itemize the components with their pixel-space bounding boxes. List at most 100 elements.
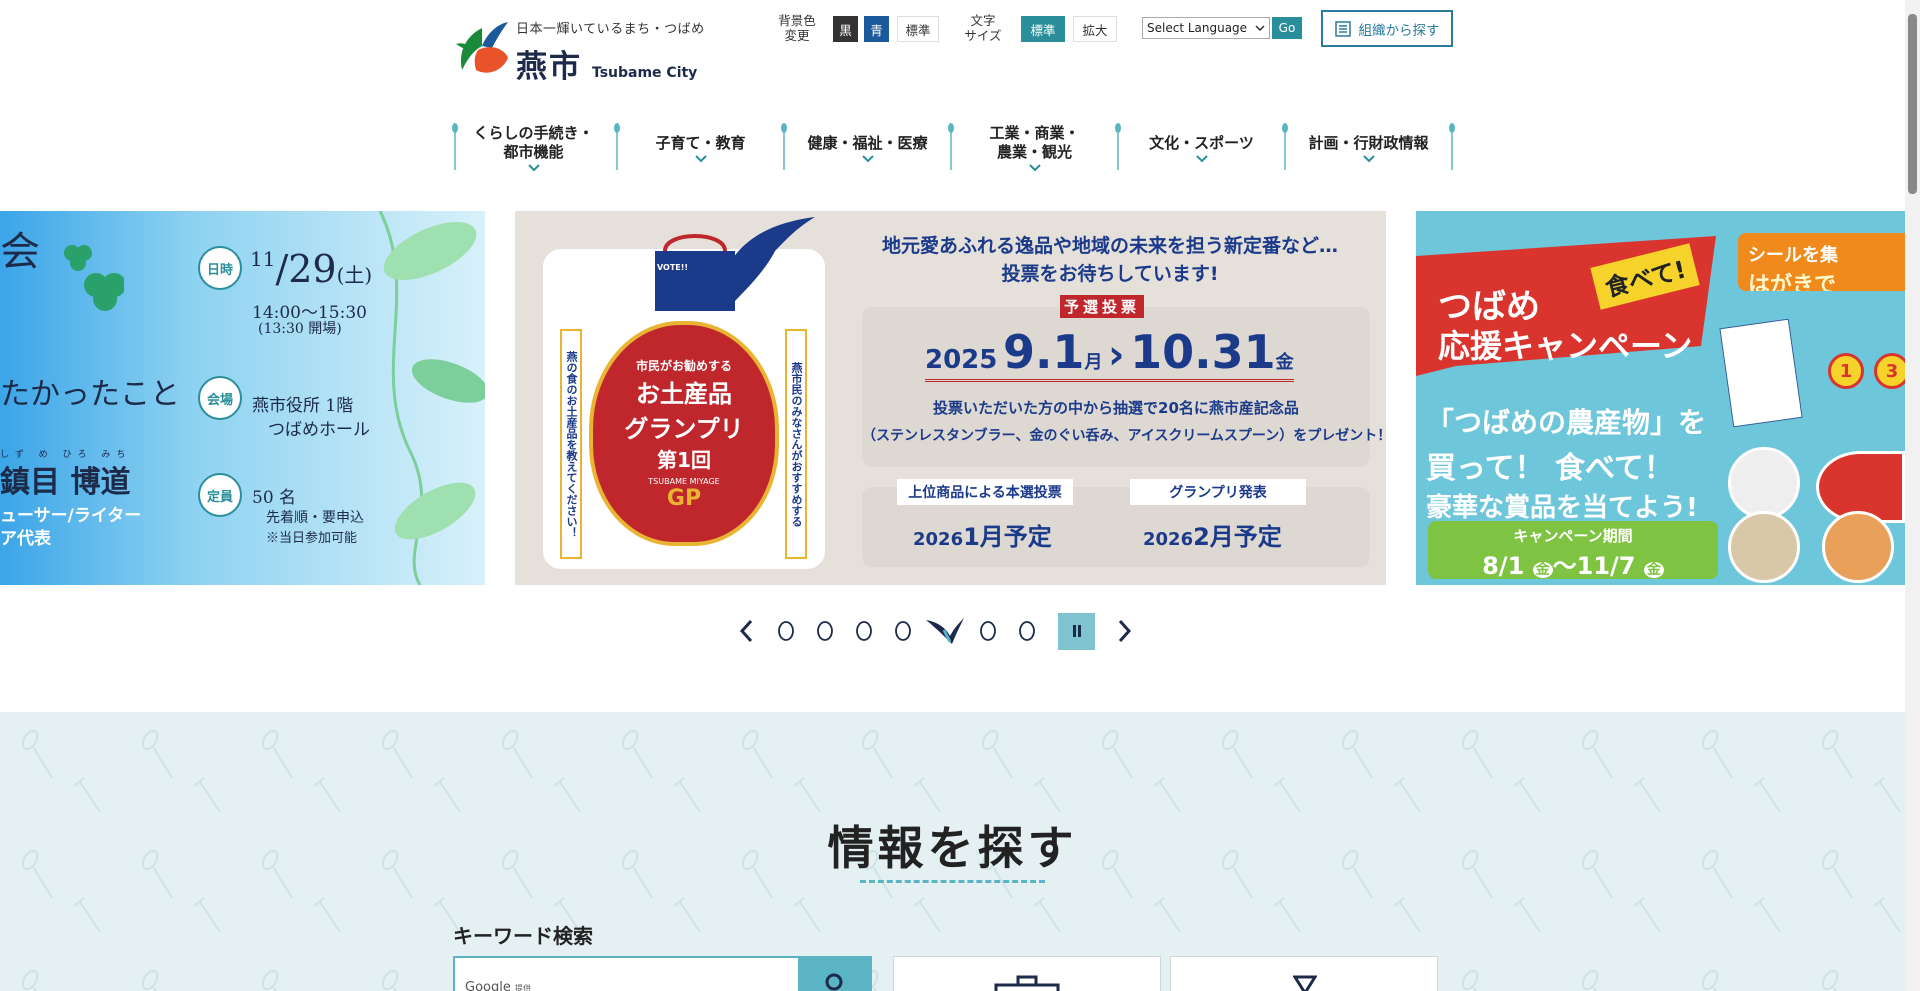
seal-badge-2: 3	[1874, 353, 1905, 389]
nav-item-childcare[interactable]: 子育て・教育	[617, 118, 787, 178]
slide-indicator-icon	[855, 621, 872, 641]
carousel-dot-active[interactable]	[922, 611, 968, 651]
speaker-role2: ア代表	[0, 529, 51, 549]
carousel-dot[interactable]	[805, 611, 844, 651]
keyword-search-input[interactable]: Google 提供	[453, 956, 800, 991]
nav-item-health[interactable]: 健康・福祉・医療	[784, 118, 954, 178]
carousel-prev-button[interactable]	[726, 611, 766, 651]
event-capacity-badge: 定員	[198, 473, 242, 517]
org-search-button[interactable]: 組織から探す	[1321, 10, 1453, 47]
badge-main1: お土産品	[636, 379, 732, 408]
logo-text: 日本一輝いているまち・つばめ 燕市 Tsubame City	[516, 18, 705, 86]
carousel-slide-next[interactable]: つばめ 応援キャンペーン 食べて! シールを集 はがきで 1 3 「つばめの農産…	[1416, 211, 1905, 585]
category-card-life-event[interactable]	[1170, 956, 1438, 991]
carousel-dot[interactable]	[766, 611, 805, 651]
bg-black-button[interactable]: 黒	[833, 16, 858, 42]
nav-label-line1: 健康・福祉・医療	[807, 133, 928, 152]
section-title-divider	[860, 880, 1045, 883]
carousel-dot[interactable]	[1007, 611, 1046, 651]
keyword-search-label: キーワード検索	[453, 924, 593, 948]
google-label-text: Google	[465, 980, 511, 991]
logo-name-row: 燕市 Tsubame City	[516, 41, 705, 86]
nav-item-planning[interactable]: 計画・行財政情報	[1285, 118, 1455, 178]
chevron-left-icon	[739, 619, 753, 643]
chevron-right-icon	[1118, 619, 1132, 643]
bag-side-right: 燕市民のみなさんがおすすめする	[785, 329, 807, 559]
page: 日本一輝いているまち・つばめ 燕市 Tsubame City 背景色 変更 黒 …	[0, 0, 1920, 991]
event-venue-badge: 会場	[198, 376, 242, 420]
scrollbar-thumb[interactable]	[1908, 14, 1917, 194]
language-select-value: Select Language	[1147, 21, 1248, 35]
period-from-wd: 金	[1532, 562, 1553, 578]
bg-blue-button[interactable]: 青	[864, 16, 889, 42]
swallow-icon	[926, 618, 964, 644]
gp-announce-year: 2026	[1143, 529, 1194, 550]
event-venue-line1: 燕市役所 1階	[252, 396, 354, 416]
nav-label-line1: 文化・スポーツ	[1149, 133, 1254, 152]
nav-label-line1: くらしの手続き・	[473, 124, 594, 142]
bag-side-left: 燕の食のお土産品を教えてください！	[560, 329, 582, 559]
carousel-dot[interactable]	[968, 611, 1007, 651]
event-venue-line2: つばめホール	[268, 420, 370, 440]
slide-indicator-icon	[979, 621, 996, 641]
postcard-image	[1719, 318, 1803, 428]
carousel-controls	[726, 611, 1145, 651]
nav-item-living[interactable]: くらしの手続き・ 都市機能	[450, 118, 620, 178]
tsubame-logo-icon	[456, 22, 508, 73]
section-title: 情報を探す	[827, 821, 1078, 875]
period-to: 〜11/7	[1552, 552, 1636, 580]
carousel-slide-current[interactable]: VOTE!! 燕の食のお土産品を教えてください！ 燕市民のみなさんがおすすめする…	[515, 211, 1386, 585]
carousel-next-button[interactable]	[1105, 611, 1145, 651]
campaign-line1: 「つばめの農産物」を	[1426, 406, 1707, 439]
search-icon	[825, 973, 843, 991]
carousel-pause-button[interactable]	[1058, 612, 1095, 650]
bg-color-label: 背景色 変更	[778, 13, 816, 43]
bag-vote-text: VOTE!!	[657, 263, 689, 272]
seal-banner: シールを集 はがきで	[1738, 233, 1905, 291]
speaker-role1: ューサー/ライター	[0, 506, 142, 526]
logo-tagline: 日本一輝いているまち・つばめ	[516, 22, 705, 37]
city-name-en: Tsubame City	[592, 65, 698, 81]
nav-label-line2: 都市機能	[503, 143, 564, 161]
carousel-dot[interactable]	[883, 611, 922, 651]
gp-announce-label: グランプリ発表	[1130, 479, 1306, 505]
bg-standard-button[interactable]: 標準	[897, 16, 939, 42]
font-size-label: 文字 サイズ	[964, 13, 1002, 43]
search-section: 情報を探す キーワード検索 Google 提供	[0, 712, 1905, 991]
language-go-button[interactable]: Go	[1272, 17, 1302, 39]
carousel-slide-prev[interactable]: 会 日時 11/29(土) 14:00〜15:30 (13:30 開場) たかっ…	[0, 211, 485, 585]
slide-indicator-icon	[816, 621, 833, 641]
nav-item-culture[interactable]: 文化・スポーツ	[1118, 118, 1288, 178]
chevron-down-icon	[1195, 154, 1208, 162]
period-to-wd: 金	[1643, 562, 1664, 578]
hourglass-icon	[1293, 975, 1317, 991]
pause-icon	[1072, 625, 1081, 637]
badge-en: TSUBAME MIYAGE	[648, 476, 720, 486]
period-label: キャンペーン期間	[1513, 527, 1633, 545]
category-card-business[interactable]	[893, 956, 1161, 991]
gp-announce-month: 2月予定	[1193, 523, 1282, 551]
spoon-divider-icon	[1449, 123, 1455, 170]
period-from: 8/1	[1482, 552, 1525, 580]
org-search-label: 組織から探す	[1358, 22, 1440, 39]
city-name: 燕市	[516, 49, 582, 85]
font-standard-button[interactable]: 標準	[1021, 16, 1065, 42]
site-logo[interactable]: 日本一輝いているまち・つばめ 燕市 Tsubame City	[452, 18, 732, 85]
nav-label-line1: 計画・行財政情報	[1308, 133, 1429, 152]
seal-text1: シールを集	[1748, 245, 1838, 266]
seal-text2: はがきで	[1748, 273, 1837, 291]
prelim-date-to-wd: 金	[1275, 352, 1294, 373]
slide-indicator-icon	[777, 621, 794, 641]
nav-item-industry[interactable]: 工業・商業・ 農業・観光	[951, 118, 1121, 178]
final-vote-date: 20261月予定	[913, 517, 1052, 552]
font-large-button[interactable]: 拡大	[1073, 16, 1117, 42]
event-date-day: /29	[275, 247, 337, 291]
period-dates: 8/1 金〜11/7 金	[1428, 546, 1718, 581]
carousel-dot[interactable]	[844, 611, 883, 651]
keyword-search-button[interactable]	[800, 956, 872, 991]
page-scrollbar[interactable]	[1905, 0, 1920, 991]
campaign-period: キャンペーン期間 8/1 金〜11/7 金	[1428, 521, 1718, 581]
event-date-weekday: (土)	[336, 263, 373, 287]
language-select[interactable]: Select Language	[1142, 17, 1270, 39]
rice-photo	[1728, 511, 1800, 583]
